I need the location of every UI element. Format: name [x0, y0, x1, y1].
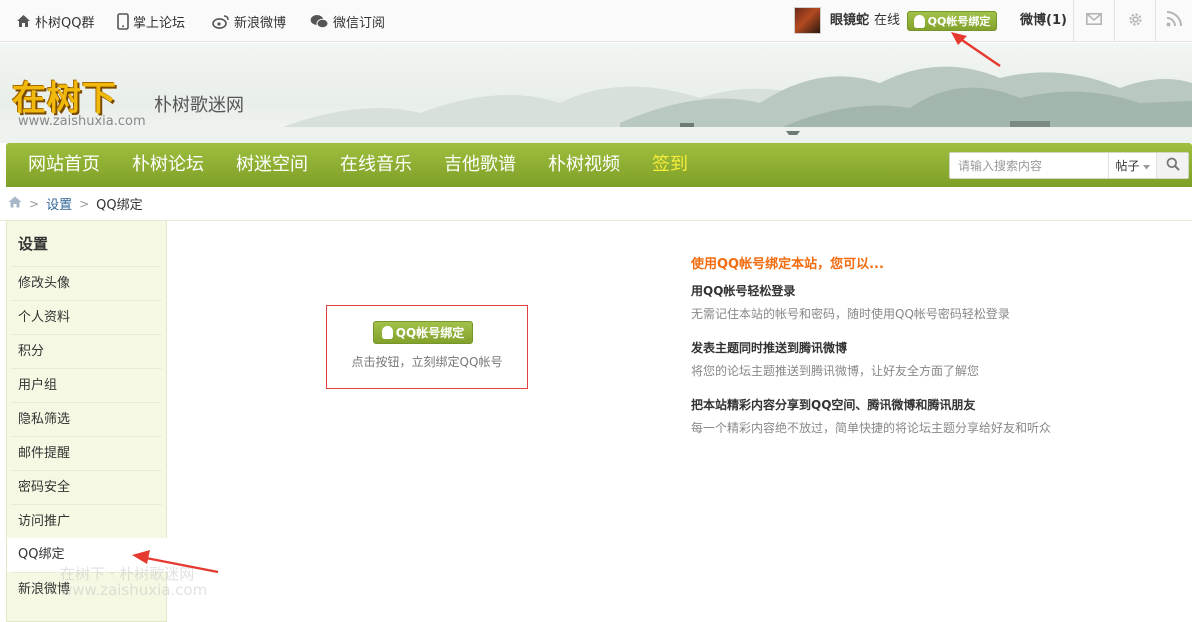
weibo-count-link[interactable]: 微博(1): [1020, 0, 1067, 42]
nav-item-music[interactable]: 在线音乐: [340, 143, 412, 187]
home-icon: [16, 14, 31, 28]
breadcrumb-separator: >: [79, 196, 90, 211]
sidebar-item-usergroup[interactable]: 用户组: [11, 368, 162, 402]
settings-button[interactable]: [1115, 0, 1155, 42]
qq-penguin-icon: [381, 326, 393, 339]
topbar-link-label: 新浪微博: [234, 15, 287, 31]
topbar-link-label: 掌上论坛: [133, 15, 186, 31]
site-banner: 在树下 朴树歌迷网 www.zaishuxia.com: [0, 43, 1192, 143]
topbar-link-label: 朴树QQ群: [35, 15, 95, 31]
topbar-link-mobile[interactable]: 掌上论坛: [117, 0, 185, 42]
home-icon[interactable]: [8, 196, 22, 212]
qq-penguin-icon: [913, 14, 925, 28]
weibo-icon: [212, 14, 230, 29]
topbar-link-weibo[interactable]: 新浪微博: [212, 0, 286, 42]
search-type-label: 帖子: [1115, 159, 1140, 173]
nav-item-guitar-tabs[interactable]: 吉他歌谱: [444, 143, 516, 187]
search-input[interactable]: [950, 153, 1108, 178]
qq-bind-panel: QQ帐号绑定 点击按钮，立刻绑定QQ帐号: [326, 305, 528, 389]
rss-icon: [1166, 11, 1182, 31]
site-logo[interactable]: 在树下: [12, 71, 117, 120]
benefit-description: 将您的论坛主题推送到腾讯微博，让好友全方面了解您: [691, 364, 980, 378]
breadcrumb-separator: >: [29, 196, 40, 211]
rss-button[interactable]: [1156, 0, 1192, 42]
top-bar: 朴树QQ群 掌上论坛 新浪微博 微信订阅 眼镜蛇 在线 QQ帐号绑定 微博(1): [0, 0, 1192, 42]
online-status[interactable]: 在线: [874, 0, 900, 42]
benefit-title: 发表主题同时推送到腾讯微博: [691, 341, 848, 355]
sidebar-item-promotion[interactable]: 访问推广: [11, 504, 162, 538]
sidebar-item-profile[interactable]: 个人资料: [11, 300, 162, 334]
breadcrumb-current: QQ绑定: [96, 198, 143, 213]
sidebar-item-privacy[interactable]: 隐私筛选: [11, 402, 162, 436]
watermark-line: 在树下 · 朴树歌迷网: [60, 565, 195, 583]
mail-icon: [1086, 13, 1102, 29]
search-icon: [1166, 157, 1180, 175]
nav-item-space[interactable]: 树迷空间: [236, 143, 308, 187]
watermark-line: www.zaishuxia.com: [60, 581, 208, 599]
wechat-icon: [310, 14, 329, 29]
gear-icon: [1127, 11, 1144, 32]
sidebar-item-email-notify[interactable]: 邮件提醒: [11, 436, 162, 470]
mobile-icon: [117, 12, 129, 30]
benefit-title: 把本站精彩内容分享到QQ空间、腾讯微博和腾讯朋友: [691, 398, 976, 412]
benefits-title: 使用QQ帐号绑定本站，您可以...: [691, 257, 884, 272]
sidebar-item-password[interactable]: 密码安全: [11, 470, 162, 504]
topbar-link-label: 微信订阅: [333, 15, 386, 31]
nav-item-home[interactable]: 网站首页: [28, 143, 100, 187]
topbar-link-qq-group[interactable]: 朴树QQ群: [16, 0, 94, 42]
sidebar-title: 设置: [18, 235, 49, 253]
breadcrumb-settings-link[interactable]: 设置: [46, 194, 72, 213]
qq-bind-button[interactable]: QQ帐号绑定: [373, 321, 473, 344]
search-button[interactable]: [1156, 153, 1188, 178]
search-box: 帖子: [949, 152, 1189, 179]
search-type-select[interactable]: 帖子: [1108, 153, 1156, 178]
benefit-title: 用QQ帐号轻松登录: [691, 284, 796, 298]
nav-item-video[interactable]: 朴树视频: [548, 143, 620, 187]
chevron-down-icon: [1142, 159, 1150, 173]
mail-button[interactable]: [1074, 0, 1114, 42]
breadcrumb: > 设置 > QQ绑定: [0, 187, 1192, 221]
site-subtitle: 朴树歌迷网: [154, 95, 244, 116]
topbar-link-wechat[interactable]: 微信订阅: [310, 0, 385, 42]
qq-bind-top-label: QQ帐号绑定: [927, 15, 991, 28]
sidebar-item-credits[interactable]: 积分: [11, 334, 162, 368]
qq-bind-top-button[interactable]: QQ帐号绑定: [907, 11, 997, 31]
username-link[interactable]: 眼镜蛇: [830, 0, 869, 42]
benefit-description: 无需记住本站的帐号和密码，随时使用QQ帐号密码轻松登录: [691, 307, 1010, 321]
qq-bind-button-label: QQ帐号绑定: [395, 326, 465, 340]
avatar[interactable]: [794, 7, 821, 34]
nav-item-checkin[interactable]: 签到: [652, 143, 688, 187]
nav-item-forum[interactable]: 朴树论坛: [132, 143, 204, 187]
site-url: www.zaishuxia.com: [18, 114, 146, 129]
sidebar-item-avatar[interactable]: 修改头像: [11, 266, 162, 300]
watermark: 在树下 · 朴树歌迷网 www.zaishuxia.com: [60, 566, 207, 598]
settings-sidebar: 设置 修改头像 个人资料 积分 用户组 隐私筛选 邮件提醒 密码安全 访问推广 …: [6, 221, 168, 622]
qq-bind-hint: 点击按钮，立刻绑定QQ帐号: [351, 355, 503, 369]
benefit-description: 每一个精彩内容绝不放过，简单快捷的将论坛主题分享给好友和听众: [691, 421, 1052, 435]
